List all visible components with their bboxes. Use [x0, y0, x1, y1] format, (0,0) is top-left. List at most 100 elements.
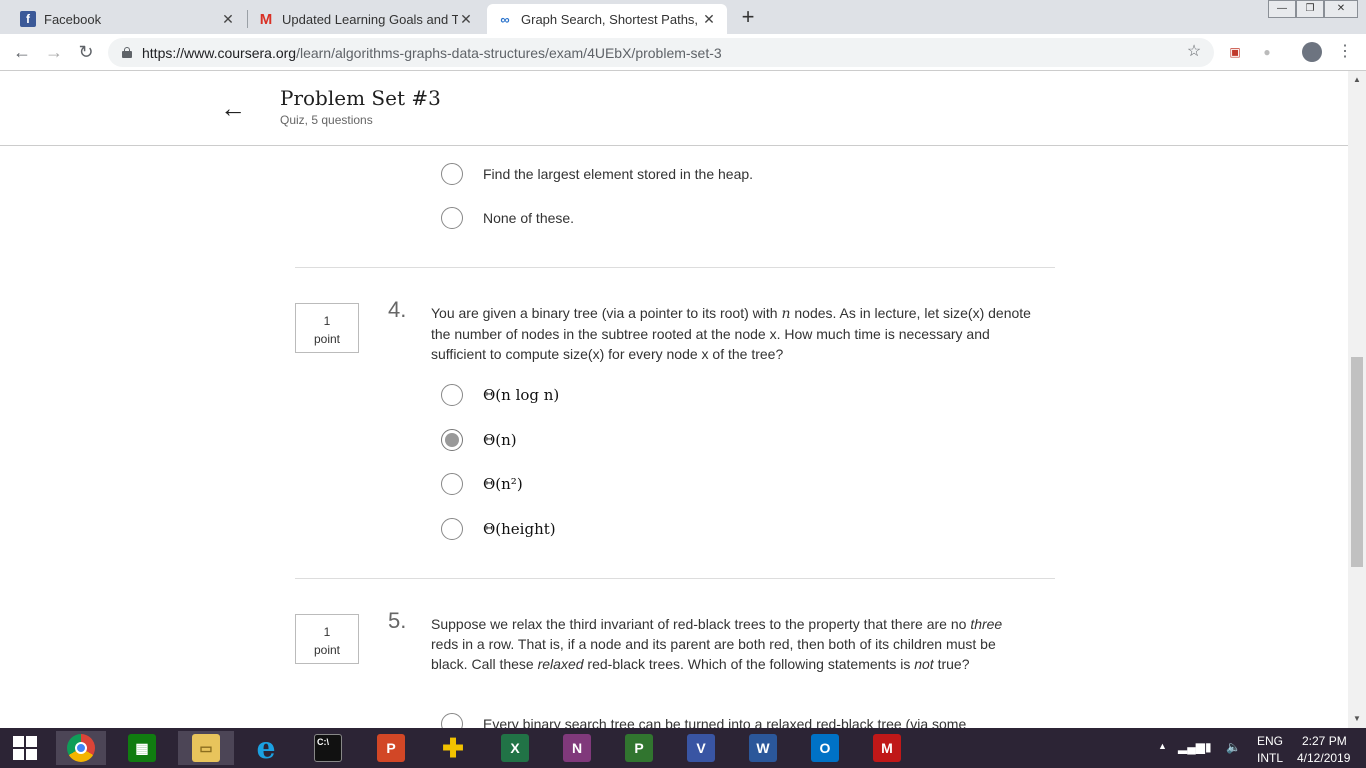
- pocket-extension-icon[interactable]: ▣: [1225, 42, 1245, 62]
- radio-button[interactable]: [441, 713, 463, 728]
- option-label: Θ(n log n): [483, 386, 560, 404]
- chrome-icon: [67, 734, 95, 762]
- option[interactable]: Find the largest element stored in the h…: [441, 162, 753, 186]
- option-label: Every binary search tree can be turned i…: [483, 716, 967, 728]
- coursera-icon: ∞: [500, 11, 510, 27]
- taskbar-visio[interactable]: V: [676, 731, 726, 765]
- radio-button[interactable]: [441, 207, 463, 229]
- url-base: https://www.coursera.org: [142, 44, 297, 61]
- taskbar-powerpoint[interactable]: P: [366, 731, 416, 765]
- minimize-button[interactable]: —: [1268, 0, 1296, 18]
- close-window-button[interactable]: ✕: [1324, 0, 1358, 18]
- taskbar-onenote[interactable]: N: [552, 731, 602, 765]
- clock-time[interactable]: 2:27 PM: [1302, 734, 1347, 748]
- language-bottom[interactable]: INTL: [1257, 751, 1283, 765]
- browser-chrome: f Facebook ✕ M Updated Learning Goals an…: [0, 0, 1366, 71]
- visio-icon: V: [687, 734, 715, 762]
- reload-icon[interactable]: ↻: [74, 40, 98, 64]
- points-value: 1: [323, 314, 331, 328]
- back-icon[interactable]: ←: [10, 40, 34, 64]
- taskbar-cmd[interactable]: C:\: [303, 731, 353, 765]
- network-icon[interactable]: ▂▄▆: [1178, 740, 1205, 754]
- scroll-up-icon[interactable]: ▲: [1353, 75, 1361, 84]
- question-number: 5.: [388, 608, 407, 633]
- option-label: Θ(height): [483, 520, 556, 538]
- option[interactable]: Θ(n): [441, 428, 517, 452]
- points-unit: point: [313, 643, 341, 657]
- profile-avatar[interactable]: [1302, 42, 1322, 62]
- taskbar-file-explorer[interactable]: ▭: [178, 731, 234, 765]
- taskbar-ie[interactable]: e: [241, 730, 291, 766]
- new-tab-button[interactable]: +: [735, 6, 761, 28]
- option[interactable]: Every binary search tree can be turned i…: [441, 712, 966, 728]
- url-path: /learn/algorithms-graphs-data-structures…: [296, 44, 722, 61]
- taskbar-app[interactable]: ✚: [428, 731, 478, 765]
- mcafee-icon: M: [873, 734, 901, 762]
- divider: [295, 267, 1055, 268]
- option-label: Θ(n²): [483, 475, 523, 493]
- quiz-content: Find the largest element stored in the h…: [0, 146, 1348, 728]
- taskbar-word[interactable]: W: [738, 731, 788, 765]
- close-tab-icon[interactable]: ✕: [701, 11, 717, 28]
- close-tab-icon[interactable]: ✕: [220, 11, 236, 28]
- points-value: 1: [323, 625, 331, 639]
- scroll-down-icon[interactable]: ▼: [1353, 714, 1361, 723]
- back-arrow-icon[interactable]: ←: [220, 93, 246, 124]
- project-icon: P: [625, 734, 653, 762]
- option[interactable]: Θ(n log n): [441, 383, 559, 407]
- radio-button[interactable]: [441, 163, 463, 185]
- internet-explorer-icon: e: [256, 730, 276, 766]
- extension-icon[interactable]: ●: [1257, 42, 1277, 62]
- radio-button[interactable]: [441, 473, 463, 495]
- question-text: Suppose we relax the third invariant of …: [431, 616, 1003, 672]
- tab-coursera[interactable]: ∞ Graph Search, Shortest Paths, and ✕: [487, 4, 727, 34]
- gmail-icon: M: [259, 10, 273, 28]
- battery-icon[interactable]: ▮: [1205, 740, 1212, 754]
- windows-taskbar: ▦ ▭ e C:\ P ✚ X N P V W O M ▲ ▂▄▆ ▮ 🔈 EN…: [0, 728, 1366, 768]
- tab-facebook[interactable]: f Facebook ✕: [10, 4, 246, 34]
- address-bar[interactable]: https://www.coursera.org/learn/algorithm…: [108, 38, 1214, 67]
- taskbar-project[interactable]: P: [614, 731, 664, 765]
- taskbar-store[interactable]: ▦: [117, 731, 167, 765]
- points-box: 1 point: [295, 614, 359, 664]
- option-label: Θ(n): [483, 431, 517, 449]
- forward-icon[interactable]: →: [42, 40, 66, 64]
- question-text: You are given a binary tree (via a point…: [431, 305, 1031, 362]
- outlook-icon: O: [811, 734, 839, 762]
- tab-gmail[interactable]: M Updated Learning Goals and Tim ✕: [248, 4, 484, 34]
- radio-button[interactable]: [441, 384, 463, 406]
- start-button[interactable]: [0, 731, 50, 765]
- restore-button[interactable]: ❐: [1296, 0, 1324, 18]
- scrollbar[interactable]: ▲ ▼: [1348, 71, 1366, 728]
- taskbar-chrome[interactable]: [56, 731, 106, 765]
- taskbar-mcafee[interactable]: M: [862, 731, 912, 765]
- page-title: Problem Set #3: [280, 86, 441, 110]
- tray-chevron-icon[interactable]: ▲: [1158, 741, 1167, 751]
- app-icon: ✚: [442, 732, 464, 763]
- option[interactable]: Θ(height): [441, 517, 556, 541]
- bookmark-star-icon[interactable]: ☆: [1184, 42, 1204, 62]
- page-subtitle: Quiz, 5 questions: [280, 113, 373, 127]
- word-icon: W: [749, 734, 777, 762]
- tab-title: Graph Search, Shortest Paths, and: [521, 11, 701, 27]
- close-tab-icon[interactable]: ✕: [458, 11, 474, 28]
- volume-muted-icon[interactable]: 🔈: [1226, 740, 1241, 754]
- taskbar-outlook[interactable]: O: [800, 731, 850, 765]
- scroll-thumb[interactable]: [1351, 357, 1363, 567]
- powerpoint-icon: P: [377, 734, 405, 762]
- divider: [295, 578, 1055, 579]
- clock-date[interactable]: 4/12/2019: [1297, 751, 1350, 765]
- radio-button[interactable]: [441, 518, 463, 540]
- facebook-icon: f: [20, 11, 36, 27]
- menu-icon[interactable]: ⋮: [1335, 42, 1355, 62]
- language-top[interactable]: ENG: [1257, 734, 1283, 748]
- quiz-header: ← Problem Set #3 Quiz, 5 questions: [0, 71, 1348, 146]
- option-label: Find the largest element stored in the h…: [483, 166, 754, 182]
- taskbar-excel[interactable]: X: [490, 731, 540, 765]
- option[interactable]: None of these.: [441, 206, 574, 230]
- radio-button-selected[interactable]: [441, 429, 463, 451]
- option[interactable]: Θ(n²): [441, 472, 523, 496]
- browser-toolbar: ← → ↻ https://www.coursera.org/learn/alg…: [0, 34, 1366, 71]
- points-unit: point: [313, 332, 341, 346]
- tab-title: Facebook: [44, 11, 102, 27]
